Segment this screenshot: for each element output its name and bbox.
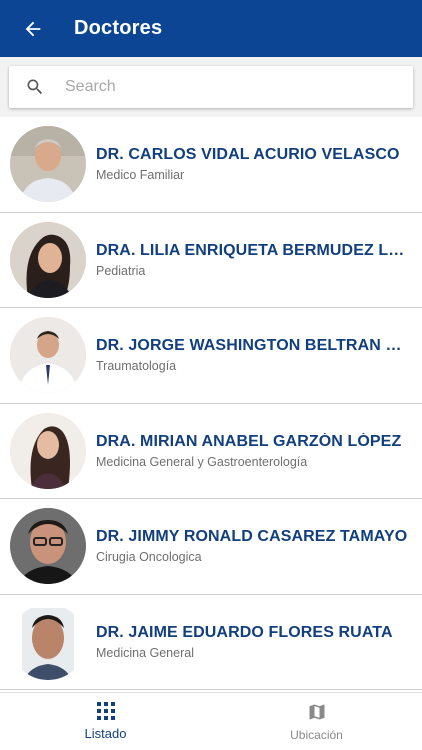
doctor-row[interactable]: DR. CARLOS VIDAL ACURIO VELASCO Medico F… [0,117,422,213]
page-title: Doctores [74,17,163,39]
avatar [10,603,86,680]
app-bar: Doctores [0,0,422,57]
nav-label: Listado [84,726,127,741]
nav-label: Ubicación [290,727,343,742]
avatar [10,508,86,585]
doctor-list: DR. CARLOS VIDAL ACURIO VELASCO Medico F… [0,117,422,692]
grid-icon [96,702,115,720]
doctor-specialty: Pediatria [96,263,146,278]
doctor-name: DR. JORGE WASHINGTON BELTRAN FR... [96,337,408,355]
doctor-name: DR. JIMMY RONALD CASAREZ TAMAYO [96,528,408,546]
bottom-nav: Listado Ubicación [0,692,422,750]
doctor-specialty: Medicina General [96,645,194,660]
doctor-name: DR. CARLOS VIDAL ACURIO VELASCO [96,146,400,164]
doctor-name: DRA. LILIA ENRIQUETA BERMUDEZ LA... [96,241,408,259]
doctor-specialty: Traumatología [96,359,177,374]
doctor-row[interactable]: DR. JIMMY RONALD CASAREZ TAMAYO Cirugia … [0,499,422,595]
doctor-row[interactable]: DR. JORGE WASHINGTON BELTRAN FR... Traum… [0,308,422,404]
back-button[interactable] [0,0,66,57]
nav-item-ubicacion[interactable]: Ubicación [211,693,422,750]
nav-item-listado[interactable]: Listado [0,693,211,750]
doctor-specialty: Cirugia Oncologica [96,550,202,565]
avatar [10,221,86,298]
search-bar[interactable] [9,66,413,108]
avatar [10,317,86,394]
doctor-row[interactable]: DR. JAIME EDUARDO FLORES RUATA Medicina … [0,594,422,690]
search-icon [9,66,61,108]
doctor-row[interactable]: DRA. MIRIAN ANABEL GARZÓN LÓPEZ Medicina… [0,403,422,499]
search-input[interactable] [61,67,413,107]
doctor-specialty: Medico Familiar [96,168,185,183]
map-icon [309,704,324,719]
arrow-left-icon [25,21,41,36]
avatar [10,126,86,203]
doctor-name: DRA. MIRIAN ANABEL GARZÓN LÓPEZ [96,432,402,450]
search-container [0,57,422,117]
avatar [10,412,86,489]
doctor-name: DR. JAIME EDUARDO FLORES RUATA [96,623,393,641]
doctor-specialty: Medicina General y Gastroenterología [96,454,308,469]
doctor-row[interactable]: DRA. LILIA ENRIQUETA BERMUDEZ LA... Pedi… [0,212,422,308]
